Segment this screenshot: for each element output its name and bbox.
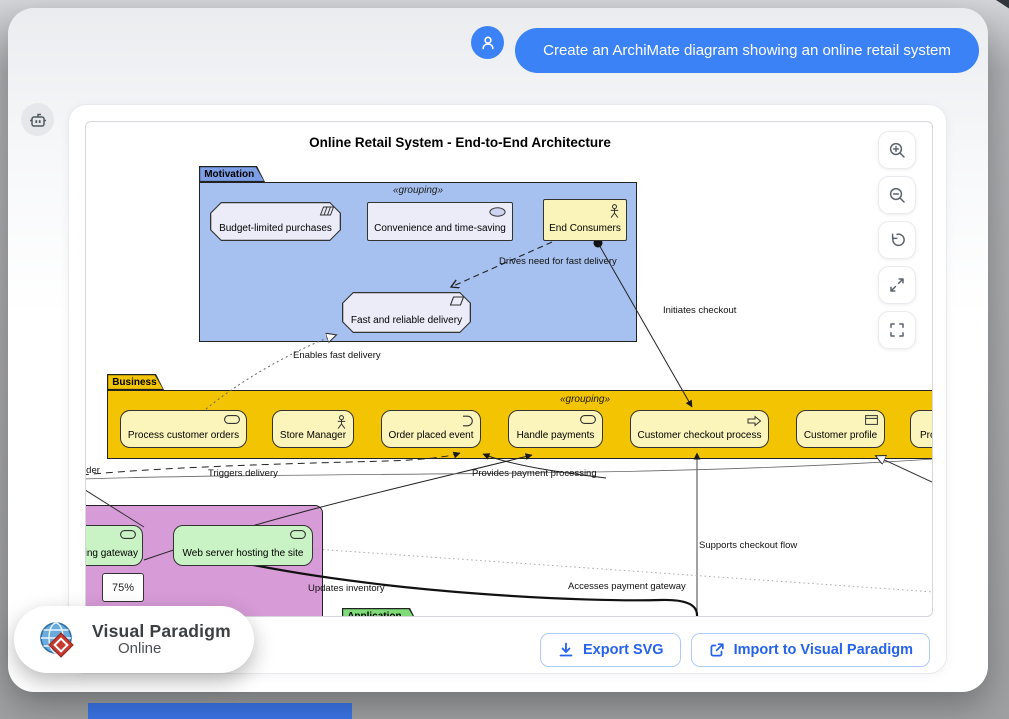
connection-label-enables: Enables fast delivery <box>293 350 381 361</box>
download-icon <box>557 641 575 659</box>
vp-logo-product: Online <box>118 641 231 657</box>
element-label: Fast and reliable delivery <box>342 315 471 326</box>
diagram-element-handle-payments: Handle payments <box>508 410 603 448</box>
zoom-in-button[interactable] <box>878 131 916 169</box>
element-label: Budget-limited purchases <box>210 223 341 234</box>
diagram-element-end-consumers: End Consumers <box>543 199 627 241</box>
element-label: End Consumers <box>549 223 621 234</box>
element-label: Order placed event <box>388 430 473 441</box>
business-actor-icon <box>609 204 620 219</box>
application-service-icon <box>120 530 136 539</box>
vp-logo-name: Visual Paradigm <box>92 622 231 640</box>
import-to-vp-label: Import to Visual Paradigm <box>734 642 913 658</box>
connection-label-order-partial: rder <box>85 465 100 476</box>
connection-label-provides: Provides payment processing <box>472 468 597 479</box>
zoom-in-icon <box>888 141 906 159</box>
diagram-element-order-placed-event: Order placed event <box>381 410 481 448</box>
diagram-element-customer-checkout-process: Customer checkout process <box>630 410 769 448</box>
element-label: Store Manager <box>280 430 346 441</box>
diagram-element-budget-limited-purchases: Budget-limited purchases <box>210 202 341 241</box>
diagram-element-fast-reliable-delivery: Fast and reliable delivery <box>342 292 471 333</box>
app-card: Create an ArchiMate diagram showing an o… <box>8 8 988 692</box>
business-event-icon <box>459 415 474 427</box>
fullscreen-icon <box>888 321 906 339</box>
business-process-icon <box>747 415 762 427</box>
diagram-element-customer-profile: Customer profile <box>796 410 885 448</box>
connection-label-triggers: Triggers delivery <box>208 468 278 479</box>
zoom-out-icon <box>888 186 906 204</box>
zoom-controls <box>878 131 914 349</box>
connection-label-accesses: Accesses payment gateway <box>568 581 686 592</box>
business-actor-icon <box>336 415 347 430</box>
expand-button[interactable] <box>878 266 916 304</box>
diagram-element-web-server: Web server hosting the site <box>173 525 313 566</box>
user-message-bubble: Create an ArchiMate diagram showing an o… <box>515 28 979 73</box>
value-icon <box>489 207 506 217</box>
application-service-icon <box>290 530 306 539</box>
business-service-icon <box>580 415 596 424</box>
element-label: Customer checkout process <box>638 430 762 441</box>
footer-actions: Export SVG Import to Visual Paradigm <box>540 633 930 667</box>
connection-label-initiates: Initiates checkout <box>663 305 736 316</box>
bot-avatar <box>21 103 54 136</box>
application-group-tab-label: Application <box>343 609 417 617</box>
connection-label-drives: Drives need for fast delivery <box>499 256 617 267</box>
person-icon <box>479 34 497 52</box>
requirement-icon <box>449 296 465 306</box>
element-label: Pro <box>920 430 933 441</box>
diagram-element-convenience-time-saving: Convenience and time-saving <box>367 202 513 241</box>
constraint-icon <box>319 206 335 216</box>
diagram-canvas[interactable]: Online Retail System - End-to-End Archit… <box>85 121 933 617</box>
element-label: Customer profile <box>804 430 877 441</box>
user-message-row: Create an ArchiMate diagram showing an o… <box>463 24 983 76</box>
robot-icon <box>28 110 48 130</box>
reset-view-button[interactable] <box>878 221 916 259</box>
business-object-icon <box>865 415 878 425</box>
export-svg-label: Export SVG <box>583 642 664 658</box>
export-svg-button[interactable]: Export SVG <box>540 633 681 667</box>
expand-icon <box>888 276 906 294</box>
diagram-card: Online Retail System - End-to-End Archit… <box>68 104 947 674</box>
import-to-vp-button[interactable]: Import to Visual Paradigm <box>691 633 930 667</box>
external-link-icon <box>708 641 726 659</box>
progress-badge: 75% <box>102 573 144 602</box>
element-label: Process customer orders <box>128 430 239 441</box>
connection-label-updates: Updates inventory <box>308 583 385 594</box>
element-label: Web server hosting the site <box>183 548 304 559</box>
diagram-element-clipped-right: Pro <box>910 410 933 448</box>
background-window-notch <box>994 0 1009 10</box>
diagram-element-process-customer-orders: Process customer orders <box>120 410 247 448</box>
background-blue-bar <box>88 703 352 719</box>
reset-icon <box>888 231 906 249</box>
business-service-icon <box>224 415 240 424</box>
element-label: ing gateway <box>85 548 138 559</box>
element-label: Convenience and time-saving <box>374 223 506 234</box>
application-group-tab: Application <box>342 608 418 617</box>
diagram-element-gateway: ing gateway <box>85 525 143 566</box>
vp-logo-text: Visual Paradigm Online <box>92 622 231 656</box>
fullscreen-button[interactable] <box>878 311 916 349</box>
element-label: Handle payments <box>517 430 595 441</box>
zoom-out-button[interactable] <box>878 176 916 214</box>
vp-globe-icon <box>36 617 82 663</box>
visual-paradigm-logo[interactable]: Visual Paradigm Online <box>14 606 254 673</box>
diagram-element-store-manager: Store Manager <box>272 410 354 448</box>
connection-label-supports: Supports checkout flow <box>699 540 797 551</box>
user-avatar <box>471 26 504 59</box>
